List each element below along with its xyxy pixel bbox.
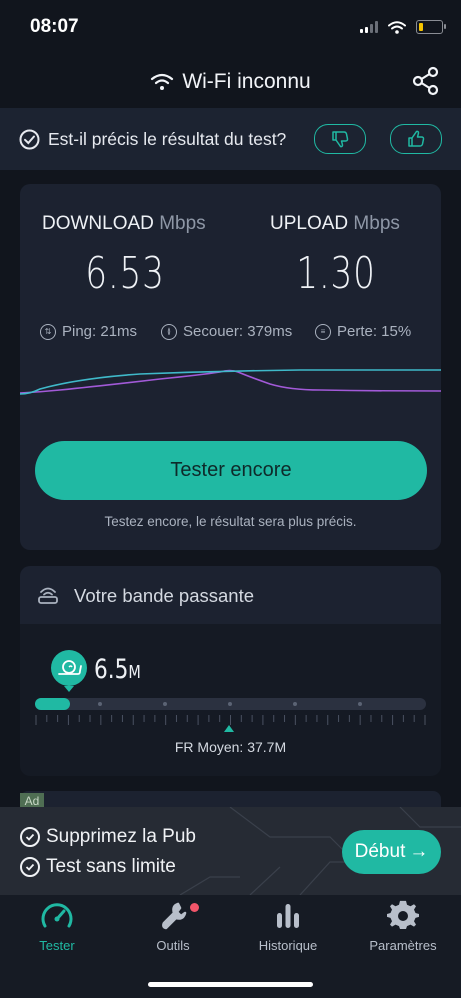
- tab-tester[interactable]: Tester: [7, 900, 107, 953]
- retest-hint: Testez encore, le résultat sera plus pré…: [104, 514, 357, 529]
- status-icons: [360, 20, 446, 34]
- snail-badge-pointer: [64, 686, 74, 692]
- average-marker: [223, 725, 234, 732]
- bandwidth-value: 6.5M: [94, 654, 141, 685]
- ping-metric: ⇅ Ping: 21ms: [40, 323, 137, 340]
- tab-parametres[interactable]: Paramètres: [353, 900, 453, 953]
- thumbs-up-icon: [408, 130, 425, 147]
- loss-icon: ≡: [315, 323, 331, 340]
- wrench-icon: [162, 902, 187, 930]
- wifi-icon: [151, 73, 174, 90]
- speed-graph: [20, 369, 441, 395]
- track-dot: [163, 702, 167, 706]
- check-circle-icon: [19, 129, 40, 150]
- bar-chart-icon: [277, 904, 299, 928]
- thumbs-down-button[interactable]: [314, 124, 366, 154]
- thumbs-up-button[interactable]: [390, 124, 442, 154]
- loss-metric: ≡ Perte: 15%: [315, 323, 411, 340]
- check-icon: [20, 827, 40, 847]
- start-button[interactable]: Début →: [342, 830, 441, 874]
- ping-icon: ⇅: [40, 323, 56, 340]
- arrow-right-icon: →: [409, 841, 429, 862]
- speedometer-icon: [41, 903, 73, 928]
- notification-dot: [190, 903, 199, 912]
- upload-value: 1.30: [296, 248, 376, 299]
- bandwidth-title: Votre bande passante: [74, 585, 255, 606]
- promo-line-1: Supprimez la Pub: [20, 826, 196, 848]
- router-icon: [38, 587, 58, 604]
- snail-icon: [58, 660, 82, 675]
- app-header: Wi-Fi inconnu: [0, 60, 461, 104]
- tab-outils[interactable]: Outils: [123, 900, 223, 953]
- battery-icon: [416, 20, 446, 34]
- promo-line-2: Test sans limite: [20, 856, 176, 878]
- cellular-signal-icon: [360, 21, 378, 33]
- page-title: Wi-Fi inconnu: [182, 70, 311, 93]
- wifi-status-icon: [388, 20, 406, 34]
- thumbs-down-icon: [332, 131, 349, 148]
- track-dot: [358, 702, 362, 706]
- gear-icon: [387, 900, 419, 930]
- jitter-metric: ≬ Secouer: 379ms: [161, 323, 292, 340]
- feedback-question: Est-il précis le résultat du test?: [48, 129, 287, 149]
- share-icon[interactable]: [411, 66, 441, 96]
- snail-badge: [51, 650, 87, 686]
- download-value: 6.53: [85, 248, 165, 299]
- track-dot: [228, 702, 232, 706]
- retest-button[interactable]: Tester encore: [35, 441, 427, 500]
- bandwidth-fill: [35, 698, 71, 710]
- jitter-icon: ≬: [161, 323, 177, 340]
- upload-label: UPLOAD Mbps: [270, 213, 400, 234]
- home-indicator: [148, 982, 313, 987]
- status-time: 08:07: [30, 16, 79, 37]
- average-bandwidth: FR Moyen: 37.7M: [174, 739, 287, 755]
- upload-line: [20, 369, 441, 394]
- download-label: DOWNLOAD Mbps: [42, 213, 206, 234]
- check-icon: [20, 857, 40, 877]
- tab-historique[interactable]: Historique: [238, 900, 338, 953]
- track-dot: [98, 702, 102, 706]
- track-dot: [293, 702, 297, 706]
